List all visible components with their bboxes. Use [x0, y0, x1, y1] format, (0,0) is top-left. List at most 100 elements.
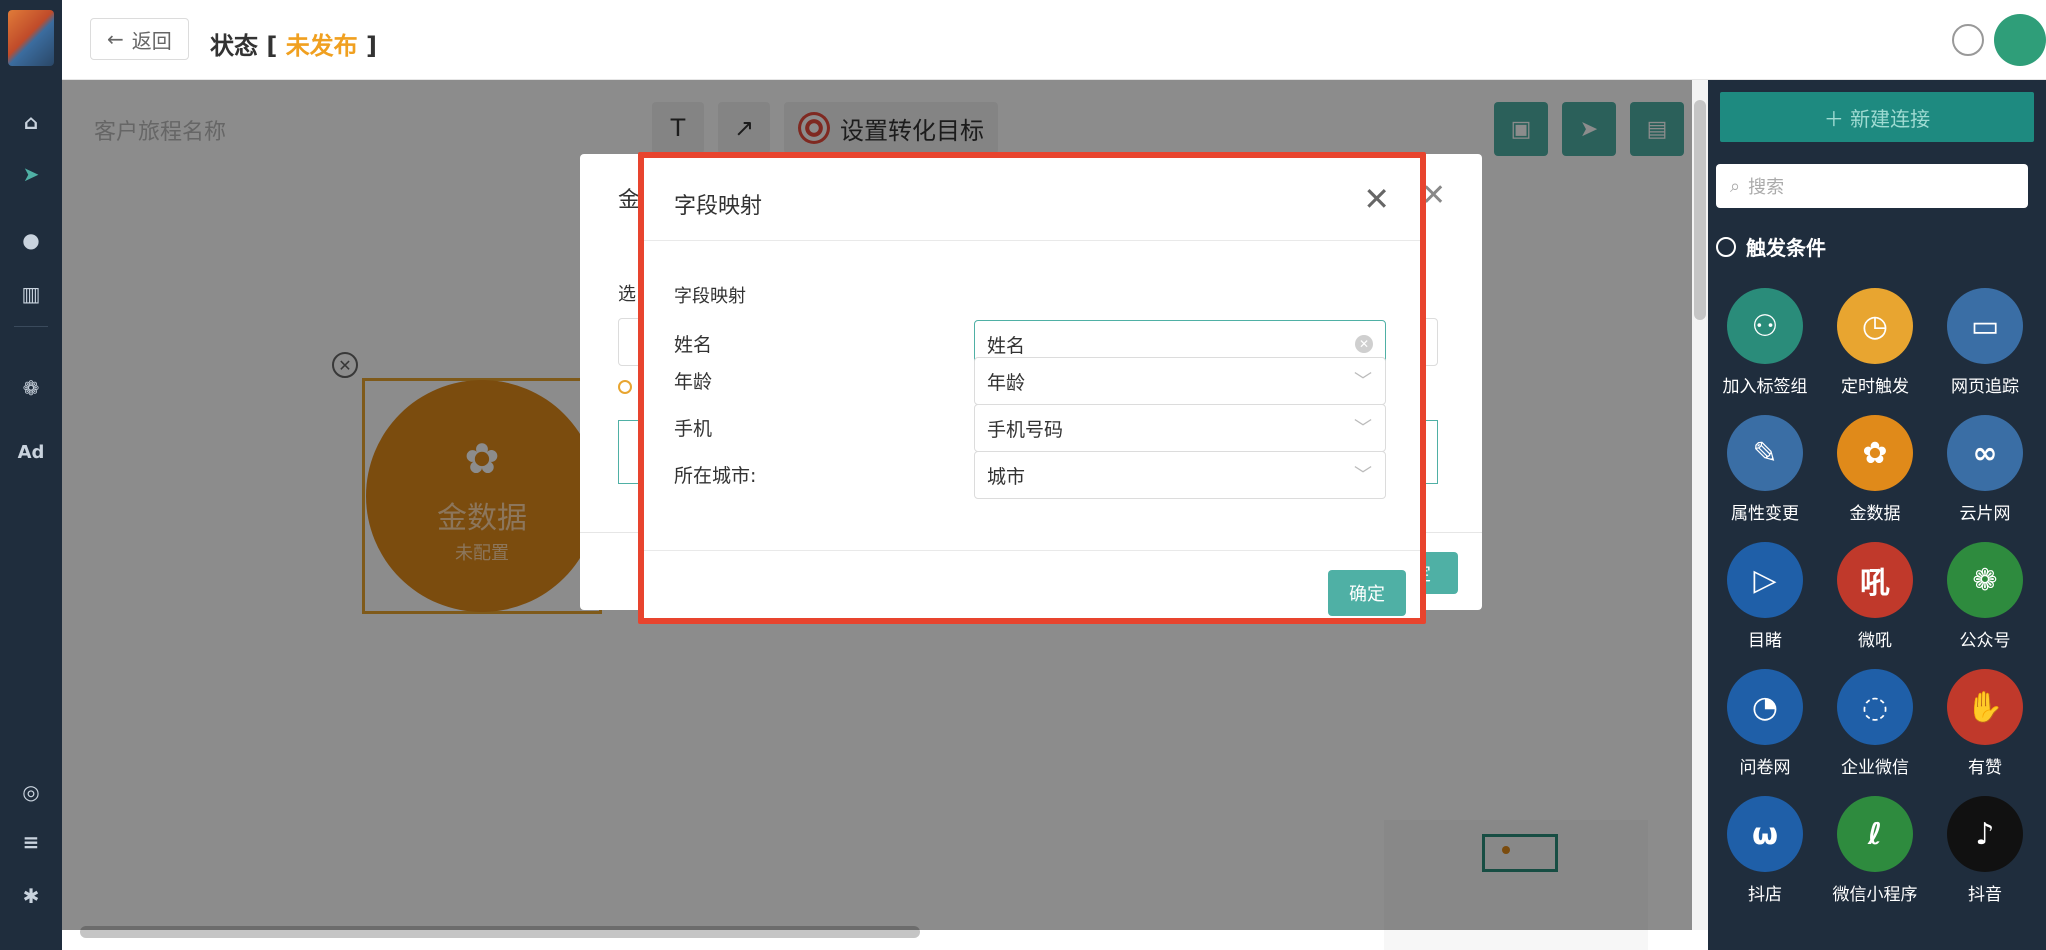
trigger-item-label: 抖店: [1748, 885, 1782, 905]
trigger-item[interactable]: ⚇ 加入标签组: [1712, 288, 1818, 397]
plus-icon: ＋: [1823, 106, 1851, 131]
jinshuju-icon: ✿: [1837, 415, 1913, 491]
search-icon: ⌕: [1730, 175, 1741, 197]
confirm-button[interactable]: 确定: [1328, 570, 1406, 616]
field-label: 年龄: [674, 371, 713, 393]
trigger-item[interactable]: ω 抖店: [1712, 796, 1818, 905]
user-avatar[interactable]: [1994, 14, 2046, 66]
trigger-item-label: 定时触发: [1841, 377, 1909, 397]
yunpian-icon: ∞: [1947, 415, 2023, 491]
chevron-down-icon: ﹀: [1354, 371, 1372, 392]
edit-icon: ✎: [1727, 415, 1803, 491]
field-label: 姓名: [674, 334, 713, 356]
youzan-icon: ✋: [1947, 669, 2023, 745]
dialog-title: 字段映射: [674, 194, 763, 219]
back-button[interactable]: ← 返回: [90, 18, 189, 60]
trigger-item-label: 微信小程序: [1832, 885, 1918, 905]
trigger-item-label: 抖音: [1968, 885, 2002, 905]
vertical-scrollbar[interactable]: [1692, 80, 1708, 930]
trigger-item-label: 企业微信: [1841, 758, 1909, 778]
trigger-section-header[interactable]: 触发条件: [1716, 232, 1826, 261]
mapping-row: 所在城市: 城市 ﹀: [674, 451, 1390, 499]
trigger-item-label: 有赞: [1968, 758, 2002, 778]
mapping-row: 手机 手机号码 ﹀: [674, 404, 1390, 452]
trigger-item[interactable]: ✿ 金数据: [1822, 415, 1928, 524]
home-icon[interactable]: ⌂: [0, 100, 62, 144]
work-wechat-icon: ◌: [1837, 669, 1913, 745]
section-label: 字段映射: [674, 286, 746, 307]
chart-icon[interactable]: ▥: [0, 272, 62, 316]
trigger-item-label: 公众号: [1959, 631, 2011, 651]
field-select-value: 手机号码: [987, 418, 1064, 441]
mapping-row: 年龄 年龄 ﹀: [674, 357, 1390, 405]
user-icon[interactable]: ●: [0, 218, 62, 262]
field-select[interactable]: 手机号码 ﹀: [974, 404, 1386, 452]
menu-icon[interactable]: ≡: [0, 820, 62, 864]
field-mapping-dialog: 字段映射 ✕ 字段映射 姓名 姓名 ✕ 年龄 年龄 ﹀ 手机 手机号码 ﹀ 所在…: [638, 152, 1426, 624]
trigger-item-label: 金数据: [1849, 504, 1901, 524]
trigger-item[interactable]: ◌ 企业微信: [1822, 669, 1928, 778]
trigger-item[interactable]: ❁ 公众号: [1932, 542, 2038, 651]
trigger-item[interactable]: ◷ 定时触发: [1822, 288, 1928, 397]
left-navigation: ⌂ ➤ ● ▥ ❁ Ad ◎ ≡ ✱: [0, 0, 62, 950]
trigger-item[interactable]: ℓ 微信小程序: [1822, 796, 1928, 905]
new-connection-button[interactable]: ＋ 新建连接: [1720, 92, 2034, 142]
search-placeholder: 搜索: [1748, 177, 1785, 198]
field-select[interactable]: 年龄 ﹀: [974, 357, 1386, 405]
wechat-icon: ❁: [1947, 542, 2023, 618]
settings-icon[interactable]: ✱: [0, 874, 62, 918]
trigger-section-title: 触发条件: [1746, 236, 1826, 260]
status-label: 状态: [210, 32, 258, 60]
trigger-item-label: 微吼: [1858, 631, 1892, 651]
chevron-down-icon: ﹀: [1354, 418, 1372, 439]
target-icon[interactable]: ◎: [0, 770, 62, 814]
trigger-item[interactable]: ✋ 有赞: [1932, 669, 2038, 778]
trigger-item[interactable]: ∞ 云片网: [1932, 415, 2038, 524]
send-icon[interactable]: ➤: [0, 152, 62, 196]
wechat-icon[interactable]: ❁: [0, 366, 62, 410]
nav-divider: [14, 326, 48, 327]
vhall-icon: 吼: [1837, 542, 1913, 618]
node-config-select-label: 选: [618, 284, 636, 305]
field-select-value: 城市: [987, 465, 1026, 488]
douyin-icon: ♪: [1947, 796, 2023, 872]
play-icon: ▷: [1727, 542, 1803, 618]
field-select[interactable]: 城市 ﹀: [974, 451, 1386, 499]
status-value: 未发布: [285, 32, 358, 60]
mini-program-icon: ℓ: [1837, 796, 1913, 872]
field-select-value: 年龄: [987, 371, 1026, 394]
web-page-icon: ▭: [1947, 288, 2023, 364]
trigger-item[interactable]: ◔ 问卷网: [1712, 669, 1818, 778]
close-icon[interactable]: ✕: [1363, 180, 1390, 218]
chat-icon[interactable]: [1952, 24, 1984, 56]
search-input[interactable]: ⌕ 搜索: [1716, 164, 2028, 208]
app-window: ⌂ ➤ ● ▥ ❁ Ad ◎ ≡ ✱ ← 返回 状态 [ 未发布 ] 客户旅程名…: [0, 0, 2046, 950]
back-button-label: 返回: [131, 28, 172, 53]
field-select-value: 姓名: [987, 334, 1026, 357]
trigger-item[interactable]: ✎ 属性变更: [1712, 415, 1818, 524]
trigger-grid: ⚇ 加入标签组 ◷ 定时触发 ▭ 网页追踪 ✎ 属性变更 ✿ 金数据 ∞ 云片网 ▷ 目睹吼微吼 ❁ 公众号 ◔…: [1712, 288, 2042, 905]
trigger-item-label: 加入标签组: [1722, 377, 1808, 397]
warning-icon: [618, 380, 632, 394]
component-panel: ＋ 新建连接 ⌕ 搜索 触发条件 ⚇ 加入标签组 ◷ 定时触发 ▭ 网页追踪 ✎ 属性变更 ✿ 金…: [1708, 80, 2046, 950]
status-indicator: 状态 [ 未发布 ]: [210, 32, 378, 60]
trigger-item[interactable]: 吼微吼: [1822, 542, 1928, 651]
user-plus-icon: ⚇: [1727, 288, 1803, 364]
trigger-item-label: 网页追踪: [1951, 377, 2019, 397]
clear-icon[interactable]: ✕: [1355, 335, 1373, 353]
divider: [644, 550, 1420, 551]
new-connection-label: 新建连接: [1850, 106, 1931, 131]
trigger-item[interactable]: ♪ 抖音: [1932, 796, 2038, 905]
field-label: 所在城市:: [674, 465, 757, 487]
trigger-item-label: 云片网: [1959, 504, 2011, 524]
node-config-title: 金: [618, 188, 641, 213]
scrollbar-thumb[interactable]: [1694, 100, 1706, 320]
doudian-icon: ω: [1727, 796, 1803, 872]
ad-icon[interactable]: Ad: [0, 430, 62, 474]
trigger-item-label: 属性变更: [1731, 504, 1799, 524]
arrow-left-icon: ←: [107, 27, 124, 51]
trigger-item[interactable]: ▭ 网页追踪: [1932, 288, 2038, 397]
field-label: 手机: [674, 418, 713, 440]
trigger-item[interactable]: ▷ 目睹: [1712, 542, 1818, 651]
divider: [644, 240, 1420, 241]
